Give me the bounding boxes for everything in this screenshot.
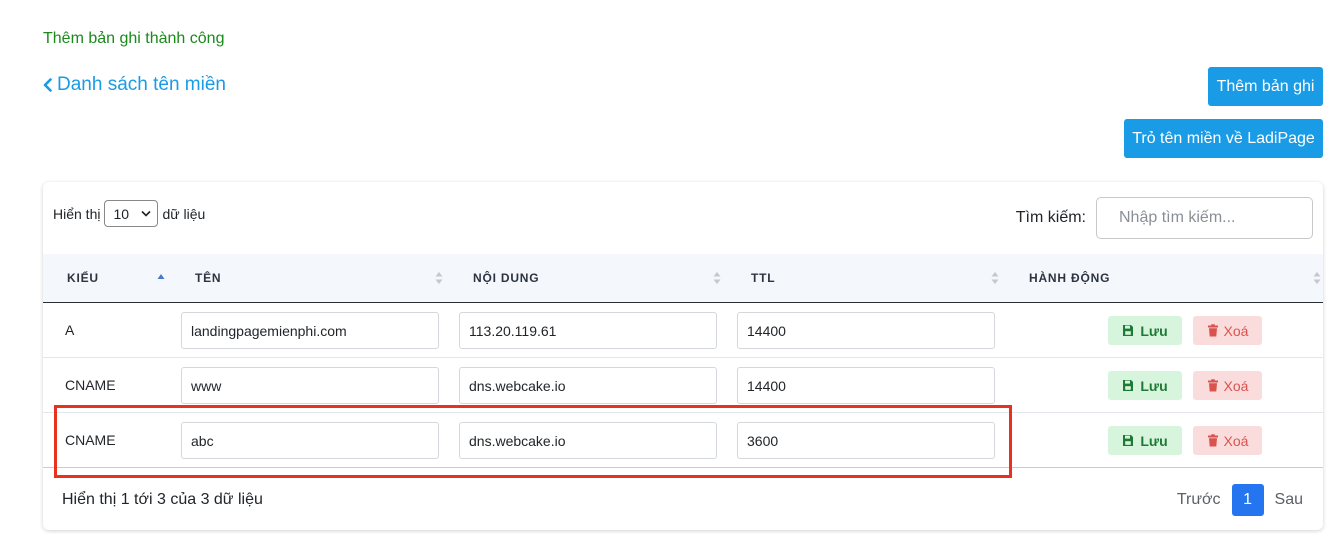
- trash-icon: [1207, 379, 1218, 392]
- column-header-type[interactable]: KIỂU: [67, 254, 99, 302]
- sort-icon[interactable]: [713, 271, 721, 285]
- add-record-button[interactable]: Thêm bản ghi: [1208, 67, 1323, 106]
- delete-label: Xoá: [1223, 377, 1249, 394]
- record-content-input[interactable]: dns.webcake.io: [459, 367, 717, 404]
- pagination: Trước 1 Sau: [1177, 484, 1303, 516]
- record-type: CNAME: [65, 432, 116, 448]
- table-header: KIỂU TÊN NỘI DUNG TTL HÀNH ĐỘNG: [43, 254, 1323, 303]
- column-header-actions: HÀNH ĐỘNG: [1029, 271, 1111, 285]
- search-input[interactable]: [1096, 197, 1313, 239]
- record-ttl-input[interactable]: 14400: [737, 367, 995, 404]
- save-button[interactable]: Lưu: [1108, 426, 1182, 455]
- floppy-disk-icon: [1123, 380, 1134, 391]
- column-header-name[interactable]: TÊN: [195, 254, 221, 302]
- search-label: Tìm kiếm:: [1015, 209, 1086, 226]
- page-length-select[interactable]: 10: [104, 200, 159, 227]
- length-control: Hiển thị 10 dữ liệu: [53, 200, 205, 227]
- save-label: Lưu: [1140, 322, 1168, 339]
- save-label: Lưu: [1140, 432, 1168, 449]
- prev-page-button[interactable]: Trước: [1177, 491, 1221, 509]
- column-header-content[interactable]: NỘI DUNG: [473, 254, 539, 302]
- page-length-value: 10: [113, 205, 130, 222]
- next-page-button[interactable]: Sau: [1275, 491, 1303, 509]
- delete-label: Xoá: [1223, 432, 1249, 449]
- table-row: CNAME abc dns.webcake.io 3600 Lưu Xoá: [43, 413, 1323, 468]
- record-content-input[interactable]: 113.20.119.61: [459, 312, 717, 349]
- floppy-disk-icon: [1123, 435, 1134, 446]
- delete-button[interactable]: Xoá: [1193, 316, 1262, 345]
- success-notice: Thêm bản ghi thành công: [43, 30, 225, 47]
- delete-button[interactable]: Xoá: [1193, 426, 1262, 455]
- chevron-down-icon: [141, 210, 152, 217]
- column-header-ttl[interactable]: TTL: [751, 254, 775, 302]
- trash-icon: [1207, 324, 1218, 337]
- records-table-card: Hiển thị 10 dữ liệu Tìm kiếm: KIỂU TÊN N…: [43, 182, 1323, 530]
- record-ttl-input[interactable]: 14400: [737, 312, 995, 349]
- point-domain-button[interactable]: Trỏ tên miền về LadiPage: [1124, 119, 1323, 158]
- record-ttl-input[interactable]: 3600: [737, 422, 995, 459]
- delete-label: Xoá: [1223, 322, 1249, 339]
- delete-button[interactable]: Xoá: [1193, 371, 1262, 400]
- search-control: Tìm kiếm:: [1016, 197, 1313, 239]
- back-to-domain-list-link[interactable]: Danh sách tên miền: [42, 74, 226, 96]
- table-row: CNAME www dns.webcake.io 14400 Lưu Xoá: [43, 358, 1323, 413]
- trash-icon: [1207, 434, 1218, 447]
- length-suffix: dữ liệu: [162, 205, 206, 222]
- save-button[interactable]: Lưu: [1108, 371, 1182, 400]
- record-name-input[interactable]: landingpagemienphi.com: [181, 312, 439, 349]
- length-prefix: Hiển thị: [53, 205, 101, 222]
- table-row: A landingpagemienphi.com 113.20.119.61 1…: [43, 303, 1323, 358]
- record-name-input[interactable]: abc: [181, 422, 439, 459]
- record-name-input[interactable]: www: [181, 367, 439, 404]
- save-button[interactable]: Lưu: [1108, 316, 1182, 345]
- record-type: CNAME: [65, 377, 116, 393]
- record-type: A: [65, 322, 75, 338]
- sort-icon[interactable]: [435, 271, 443, 285]
- back-link-label: Danh sách tên miền: [57, 74, 226, 95]
- record-content-input[interactable]: dns.webcake.io: [459, 422, 717, 459]
- sort-icon[interactable]: [1313, 271, 1321, 285]
- save-label: Lưu: [1140, 377, 1168, 394]
- table-info: Hiển thị 1 tới 3 của 3 dữ liệu: [62, 491, 263, 508]
- floppy-disk-icon: [1123, 325, 1134, 336]
- page-1-button[interactable]: 1: [1231, 484, 1264, 516]
- sort-asc-icon[interactable]: [157, 271, 165, 285]
- sort-icon[interactable]: [991, 271, 999, 285]
- chevron-left-icon: [43, 78, 52, 92]
